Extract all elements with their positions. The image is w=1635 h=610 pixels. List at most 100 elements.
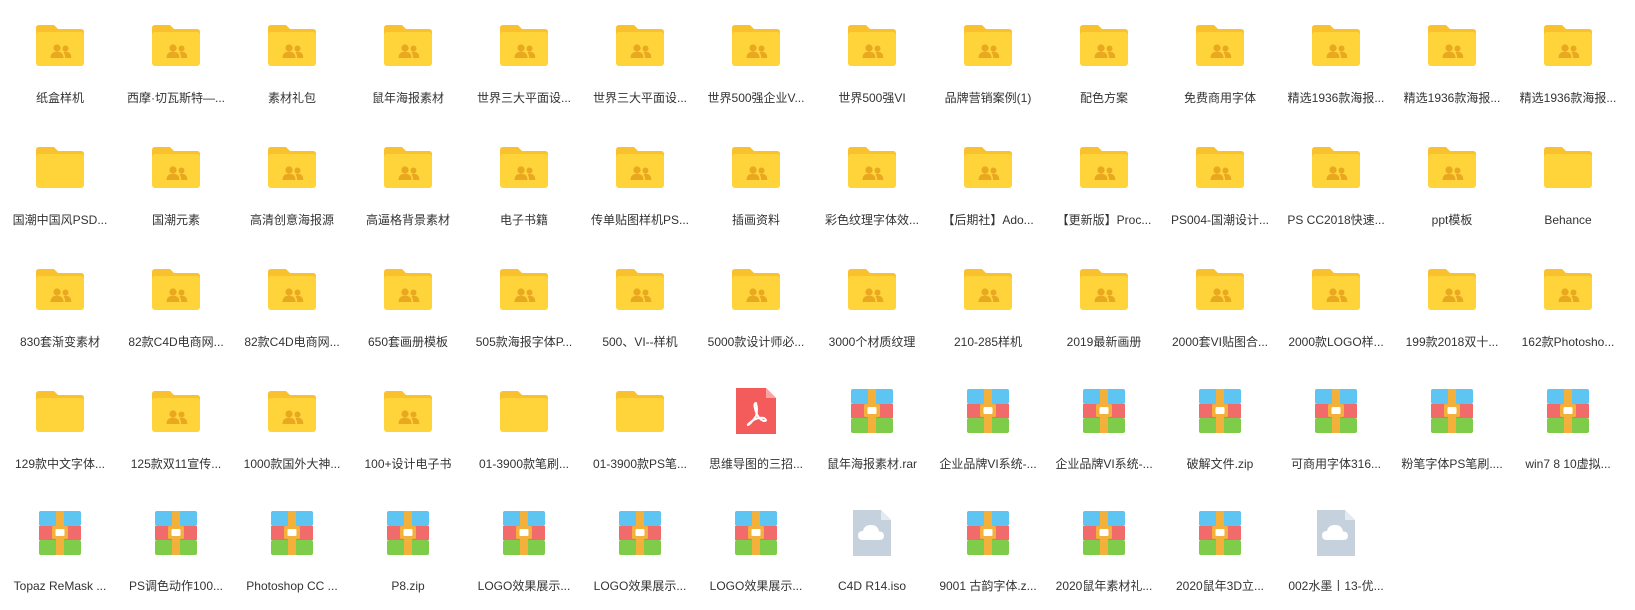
cloud-file-icon xyxy=(845,508,899,558)
file-item-archive[interactable]: 鼠年海报素材.rar xyxy=(814,366,930,488)
file-item-archive[interactable]: 破解文件.zip xyxy=(1162,366,1278,488)
file-name: P8.zip xyxy=(391,579,425,593)
file-item-folder[interactable]: 【后期社】Ado... xyxy=(930,122,1046,244)
file-item-folder[interactable]: 传单贴图样机PS... xyxy=(582,122,698,244)
file-item-archive[interactable]: P8.zip xyxy=(350,488,466,610)
file-name: 2020鼠年素材礼... xyxy=(1055,579,1153,593)
file-item-folder[interactable]: 西摩·切瓦斯特—... xyxy=(118,0,234,122)
file-item-folder[interactable]: 100+设计电子书 xyxy=(350,366,466,488)
file-item-folder[interactable]: 2000款LOGO样... xyxy=(1278,244,1394,366)
file-name: 125款双11宣传... xyxy=(130,457,222,471)
file-item-archive[interactable]: LOGO效果展示... xyxy=(582,488,698,610)
file-item-archive[interactable]: 可商用字体316... xyxy=(1278,366,1394,488)
archive-icon xyxy=(1425,386,1479,436)
file-item-folder[interactable]: PS CC2018快速... xyxy=(1278,122,1394,244)
file-item-pdf[interactable]: 思维导图的三招... xyxy=(698,366,814,488)
file-item-folder[interactable]: 01-3900款笔刷... xyxy=(466,366,582,488)
file-item-folder[interactable]: 650套画册模板 xyxy=(350,244,466,366)
file-item-folder[interactable]: 素材礼包 xyxy=(234,0,350,122)
file-item-archive[interactable]: Photoshop CC ... xyxy=(234,488,350,610)
file-item-archive[interactable]: 企业品牌VI系统-... xyxy=(930,366,1046,488)
file-item-folder[interactable]: 高逼格背景素材 xyxy=(350,122,466,244)
file-item-archive[interactable]: win7 8 10虚拟... xyxy=(1510,366,1626,488)
file-item-folder[interactable]: 世界三大平面设... xyxy=(582,0,698,122)
file-item-folder[interactable]: 高清创意海报源 xyxy=(234,122,350,244)
file-name: win7 8 10虚拟... xyxy=(1525,457,1611,471)
file-item-folder[interactable]: 129款中文字体... xyxy=(2,366,118,488)
file-item-folder[interactable]: 【更新版】Proc... xyxy=(1046,122,1162,244)
file-item-folder[interactable]: 世界500强VI xyxy=(814,0,930,122)
file-item-folder[interactable]: 82款C4D电商网... xyxy=(234,244,350,366)
archive-icon xyxy=(729,508,783,558)
file-item-folder[interactable]: 2019最新画册 xyxy=(1046,244,1162,366)
folder-icon xyxy=(33,142,87,192)
file-name: 国潮中国风PSD... xyxy=(12,213,108,227)
file-item-folder[interactable]: 210-285样机 xyxy=(930,244,1046,366)
file-item-archive[interactable]: 企业品牌VI系统-... xyxy=(1046,366,1162,488)
shared-folder-icon xyxy=(265,386,319,436)
file-item-folder[interactable]: 01-3900款PS笔... xyxy=(582,366,698,488)
file-item-archive[interactable]: LOGO效果展示... xyxy=(466,488,582,610)
file-item-archive[interactable]: 粉笔字体PS笔刷.... xyxy=(1394,366,1510,488)
file-item-archive[interactable]: Topaz ReMask ... xyxy=(2,488,118,610)
file-name: 世界三大平面设... xyxy=(592,91,687,105)
file-item-folder[interactable]: 电子书籍 xyxy=(466,122,582,244)
shared-folder-icon xyxy=(149,142,203,192)
shared-folder-icon xyxy=(1425,264,1479,314)
shared-folder-icon xyxy=(1541,20,1595,70)
file-item-folder[interactable]: 配色方案 xyxy=(1046,0,1162,122)
file-item-folder[interactable]: 精选1936款海报... xyxy=(1510,0,1626,122)
file-item-folder[interactable]: Behance xyxy=(1510,122,1626,244)
file-item-folder[interactable]: 国潮中国风PSD... xyxy=(2,122,118,244)
file-item-folder[interactable]: 5000款设计师必... xyxy=(698,244,814,366)
cloud-file-icon xyxy=(1309,508,1363,558)
file-item-folder[interactable]: 插画资料 xyxy=(698,122,814,244)
file-name: 破解文件.zip xyxy=(1186,457,1254,471)
file-item-folder[interactable]: 830套渐变素材 xyxy=(2,244,118,366)
file-item-folder[interactable]: 精选1936款海报... xyxy=(1278,0,1394,122)
file-item-folder[interactable]: 1000款国外大神... xyxy=(234,366,350,488)
shared-folder-icon xyxy=(265,264,319,314)
shared-folder-icon xyxy=(729,20,783,70)
shared-folder-icon xyxy=(729,142,783,192)
file-item-folder[interactable]: 国潮元素 xyxy=(118,122,234,244)
file-item-folder[interactable]: 世界500强企业V... xyxy=(698,0,814,122)
file-name: 国潮元素 xyxy=(151,213,200,227)
file-item-folder[interactable]: ppt模板 xyxy=(1394,122,1510,244)
file-item-folder[interactable]: 精选1936款海报... xyxy=(1394,0,1510,122)
file-name: 精选1936款海报... xyxy=(1519,91,1617,105)
archive-icon xyxy=(1309,386,1363,436)
file-item-archive[interactable]: LOGO效果展示... xyxy=(698,488,814,610)
file-item-archive[interactable]: PS调色动作100... xyxy=(118,488,234,610)
file-item-folder[interactable]: 500、VI--样机 xyxy=(582,244,698,366)
file-item-folder[interactable]: 世界三大平面设... xyxy=(466,0,582,122)
file-item-folder[interactable]: 125款双11宣传... xyxy=(118,366,234,488)
file-name: 高逼格背景素材 xyxy=(365,213,450,227)
file-item-archive[interactable]: 2020鼠年3D立... xyxy=(1162,488,1278,610)
file-item-iso[interactable]: C4D R14.iso xyxy=(814,488,930,610)
file-name: 3000个材质纹理 xyxy=(828,335,916,349)
file-item-folder[interactable]: PS004-国潮设计... xyxy=(1162,122,1278,244)
file-item-folder[interactable]: 鼠年海报素材 xyxy=(350,0,466,122)
file-item-folder[interactable]: 82款C4D电商网... xyxy=(118,244,234,366)
file-item-folder[interactable]: 免费商用字体 xyxy=(1162,0,1278,122)
file-item-archive[interactable]: 2020鼠年素材礼... xyxy=(1046,488,1162,610)
file-item-folder[interactable]: 彩色纹理字体效... xyxy=(814,122,930,244)
file-item-folder[interactable]: 199款2018双十... xyxy=(1394,244,1510,366)
shared-folder-icon xyxy=(613,264,667,314)
file-item-folder[interactable]: 品牌营销案例(1) xyxy=(930,0,1046,122)
file-item-folder[interactable]: 纸盒样机 xyxy=(2,0,118,122)
file-item-folder[interactable]: 3000个材质纹理 xyxy=(814,244,930,366)
file-name: ppt模板 xyxy=(1431,213,1473,227)
file-item-folder[interactable]: 162款Photosho... xyxy=(1510,244,1626,366)
file-item-folder[interactable]: 2000套VI贴图合... xyxy=(1162,244,1278,366)
file-name: LOGO效果展示... xyxy=(593,579,687,593)
archive-icon xyxy=(149,508,203,558)
shared-folder-icon xyxy=(1077,142,1131,192)
shared-folder-icon xyxy=(149,20,203,70)
file-item-folder[interactable]: 505款海报字体P... xyxy=(466,244,582,366)
file-name: 鼠年海报素材 xyxy=(371,91,444,105)
file-name: 企业品牌VI系统-... xyxy=(939,457,1037,471)
file-item-unknown[interactable]: 002水墨丨13-优... xyxy=(1278,488,1394,610)
file-item-archive[interactable]: 9001 古韵字体.z... xyxy=(930,488,1046,610)
